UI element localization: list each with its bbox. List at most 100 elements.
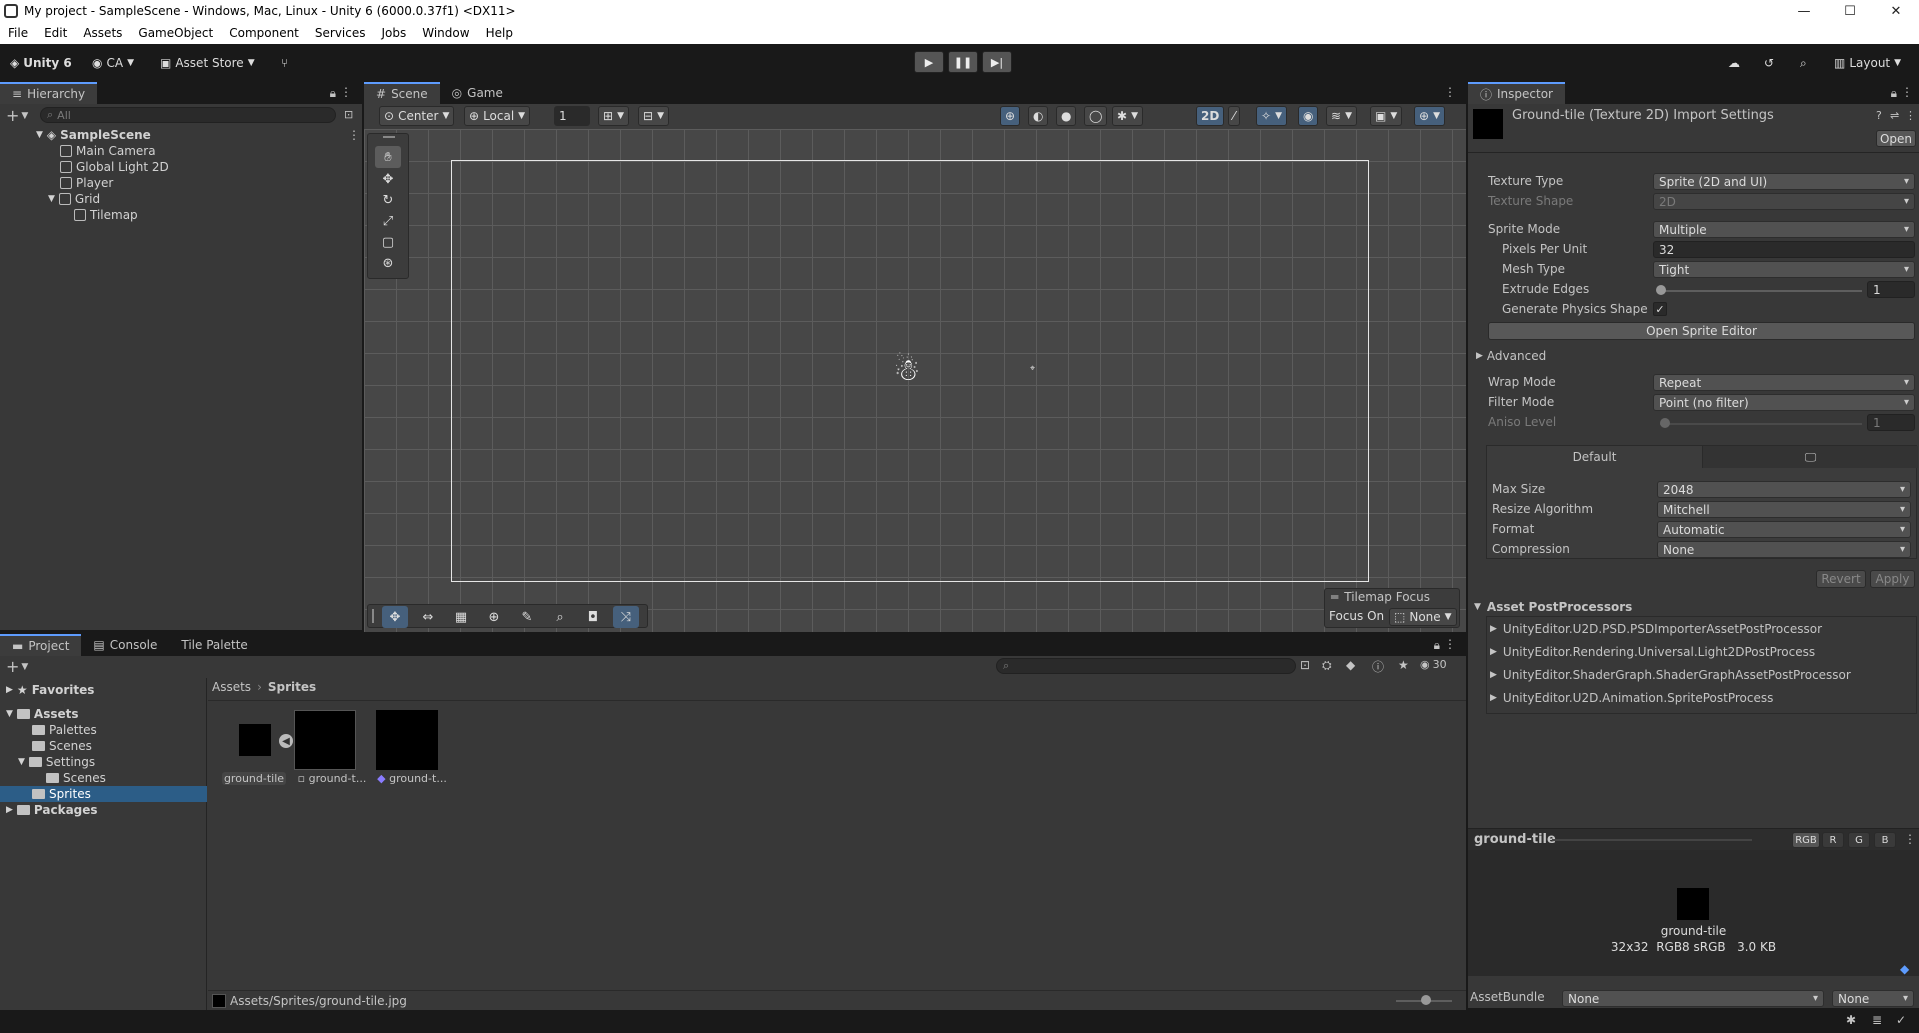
more-menu-icon[interactable]: ⋮ bbox=[1444, 637, 1456, 651]
cloud-icon[interactable]: ☁ bbox=[1728, 52, 1740, 74]
stack-icon[interactable]: ≣ bbox=[1872, 1013, 1882, 1027]
scale-tool-button[interactable]: ⤢ bbox=[375, 210, 401, 232]
extrude-slider[interactable] bbox=[1658, 290, 1862, 292]
tree-assets[interactable]: ▼ Assets bbox=[6, 706, 79, 722]
asset-thumbnail[interactable] bbox=[294, 710, 356, 770]
advanced-foldout[interactable]: ▶ Advanced bbox=[1476, 349, 1546, 363]
channel-g-button[interactable]: G bbox=[1848, 832, 1870, 848]
mesh-type-dropdown[interactable]: Tight bbox=[1653, 261, 1915, 278]
space-dropdown[interactable]: ⊕ Local ▼ bbox=[464, 106, 531, 126]
tree-folder[interactable]: Scenes bbox=[32, 738, 92, 754]
tree-folder-sprites[interactable]: Sprites bbox=[32, 786, 91, 802]
preset-icon[interactable]: ⇌ bbox=[1890, 109, 1899, 122]
hierarchy-item[interactable]: Main Camera bbox=[60, 143, 156, 159]
pause-button[interactable]: ❚❚ bbox=[948, 51, 978, 73]
focus-on-dropdown[interactable]: ⬚ None ▼ bbox=[1389, 608, 1457, 626]
progress-check-icon[interactable]: ✓ bbox=[1896, 1013, 1906, 1027]
menu-help[interactable]: Help bbox=[478, 26, 521, 40]
overlay-grip[interactable] bbox=[372, 609, 374, 623]
mode-2d-toggle[interactable]: 2D bbox=[1196, 106, 1225, 126]
visibility-toggle[interactable]: ◉ bbox=[1298, 106, 1319, 126]
hidden-count-toggle[interactable]: ◉ 30 bbox=[1420, 658, 1447, 671]
step-button[interactable]: ▶| bbox=[982, 51, 1012, 73]
wire-toggle[interactable]: ◯ bbox=[1084, 106, 1108, 126]
thumbnail-size-knob[interactable] bbox=[1421, 995, 1431, 1005]
menu-file[interactable]: File bbox=[0, 26, 36, 40]
hierarchy-item[interactable]: Global Light 2D bbox=[60, 159, 169, 175]
solid-toggle[interactable]: ● bbox=[1056, 106, 1077, 126]
tile-select-tool[interactable]: ✥ bbox=[382, 606, 408, 628]
more-menu-icon[interactable]: ⋮ bbox=[340, 85, 352, 99]
hierarchy-item[interactable]: ▼ Grid bbox=[48, 191, 100, 207]
create-dropdown[interactable]: + ▼ bbox=[6, 106, 28, 125]
transform-tool-button[interactable]: ⊛ bbox=[375, 252, 401, 274]
asset-store-dropdown[interactable]: ▣ Asset Store ▼ bbox=[160, 52, 255, 74]
postprocessor-item[interactable]: ▶ UnityEditor.ShaderGraph.ShaderGraphAss… bbox=[1490, 668, 1851, 682]
lock-icon[interactable]: 🔒︎ bbox=[330, 86, 336, 101]
increment-snap-dropdown[interactable]: ⊟ ▼ bbox=[638, 106, 669, 126]
tab-console[interactable]: ▤ Console bbox=[81, 634, 169, 656]
tree-folder[interactable]: ▼ Settings bbox=[18, 754, 95, 770]
debug-dropdown[interactable]: ✱ ▼ bbox=[1112, 106, 1143, 126]
open-sprite-editor-button[interactable]: Open Sprite Editor bbox=[1488, 322, 1915, 340]
tab-hierarchy[interactable]: ≡ Hierarchy bbox=[0, 82, 98, 104]
menu-window[interactable]: Window bbox=[414, 26, 477, 40]
overlay-grip[interactable] bbox=[383, 136, 395, 138]
asset-label-wrapper[interactable]: ◆ ground-t... bbox=[376, 772, 448, 785]
help-icon[interactable]: ? bbox=[1876, 109, 1882, 122]
grid-size-field[interactable]: 1 bbox=[554, 106, 590, 126]
filter-icon[interactable]: ⊡ bbox=[344, 108, 353, 121]
postprocessor-item[interactable]: ▶ UnityEditor.Rendering.Universal.Light2… bbox=[1490, 645, 1815, 659]
tile-box-tool[interactable]: ⊕ bbox=[481, 606, 507, 628]
overlay-grip[interactable]: ═ bbox=[1331, 590, 1338, 604]
tab-scene[interactable]: # Scene bbox=[364, 82, 440, 104]
project-create-dropdown[interactable]: + ▼ bbox=[6, 657, 28, 676]
apply-button[interactable]: Apply bbox=[1870, 570, 1915, 588]
tree-favorites[interactable]: ▶ ★ Favorites bbox=[6, 682, 94, 698]
menu-services[interactable]: Services bbox=[307, 26, 374, 40]
fx-dropdown[interactable]: ✧ ▼ bbox=[1256, 106, 1287, 126]
more-menu-icon[interactable]: ⋮ bbox=[1901, 85, 1913, 99]
bug-icon[interactable]: ✱ bbox=[1846, 1013, 1856, 1027]
account-dropdown[interactable]: ◉ CA ▼ bbox=[92, 52, 134, 74]
filter-mode-dropdown[interactable]: Point (no filter) bbox=[1653, 394, 1915, 411]
import-log-icon[interactable]: ⓘ bbox=[1372, 658, 1384, 675]
physics-shape-checkbox[interactable]: ✓ bbox=[1653, 302, 1667, 316]
scene-more-icon[interactable]: ⋮ bbox=[348, 128, 360, 142]
camera-dropdown[interactable]: ▣ ▼ bbox=[1370, 106, 1403, 126]
search-by-tag-icon[interactable]: ◆ bbox=[1346, 658, 1355, 672]
lock-icon[interactable]: 🔒︎ bbox=[1434, 638, 1440, 653]
search-icon[interactable]: ⌕ bbox=[1800, 52, 1807, 74]
tab-platform-default[interactable]: Default bbox=[1487, 446, 1702, 468]
channel-r-button[interactable]: R bbox=[1822, 832, 1844, 848]
compression-dropdown[interactable]: None bbox=[1657, 541, 1911, 558]
ppu-input[interactable]: 32 bbox=[1653, 241, 1915, 258]
lighting-toggle[interactable]: ⁄ bbox=[1228, 106, 1241, 126]
hierarchy-item[interactable]: Player bbox=[60, 175, 113, 191]
scene-item-samplescene[interactable]: ▼ ◈ SampleScene bbox=[36, 127, 151, 143]
assetbundle-variant-dropdown[interactable]: None bbox=[1832, 990, 1914, 1007]
extrude-slider-knob[interactable] bbox=[1656, 285, 1666, 295]
tile-brush-tool[interactable]: ▦ bbox=[448, 606, 474, 628]
max-size-dropdown[interactable]: 2048 bbox=[1657, 481, 1911, 498]
more-menu-icon[interactable]: ⋮ bbox=[1444, 85, 1456, 99]
draw-mode-toggle[interactable]: ⊕ bbox=[1000, 106, 1021, 126]
preview-splitter[interactable] bbox=[1552, 839, 1752, 841]
postprocessor-item[interactable]: ▶ UnityEditor.U2D.PSD.PSDImporterAssetPo… bbox=[1490, 622, 1822, 636]
menu-assets[interactable]: Assets bbox=[75, 26, 130, 40]
tab-inspector[interactable]: ⓘ Inspector bbox=[1468, 82, 1565, 104]
tab-project[interactable]: ▬ Project bbox=[0, 634, 82, 656]
pivot-dropdown[interactable]: ⊙ Center ▼ bbox=[379, 106, 455, 126]
hierarchy-search-input[interactable]: ⌕ All bbox=[40, 107, 336, 123]
texture-type-dropdown[interactable]: Sprite (2D and UI) bbox=[1653, 173, 1915, 190]
search-by-label-icon[interactable]: ⛭ bbox=[1322, 658, 1332, 673]
unity-account-button[interactable]: ◈ Unity 6 bbox=[10, 52, 72, 74]
player-sprite-icon[interactable]: ☃ bbox=[889, 352, 925, 388]
component-menu-icon[interactable]: ⋮ bbox=[1905, 109, 1916, 122]
channel-rgb-button[interactable]: RGB bbox=[1792, 832, 1820, 848]
open-button[interactable]: Open bbox=[1876, 130, 1916, 147]
tree-folder[interactable]: Palettes bbox=[32, 722, 97, 738]
play-button[interactable]: ▶ bbox=[914, 51, 944, 73]
move-tool-button[interactable]: ✥ bbox=[375, 168, 401, 190]
history-icon[interactable]: ↺ bbox=[1764, 52, 1774, 74]
